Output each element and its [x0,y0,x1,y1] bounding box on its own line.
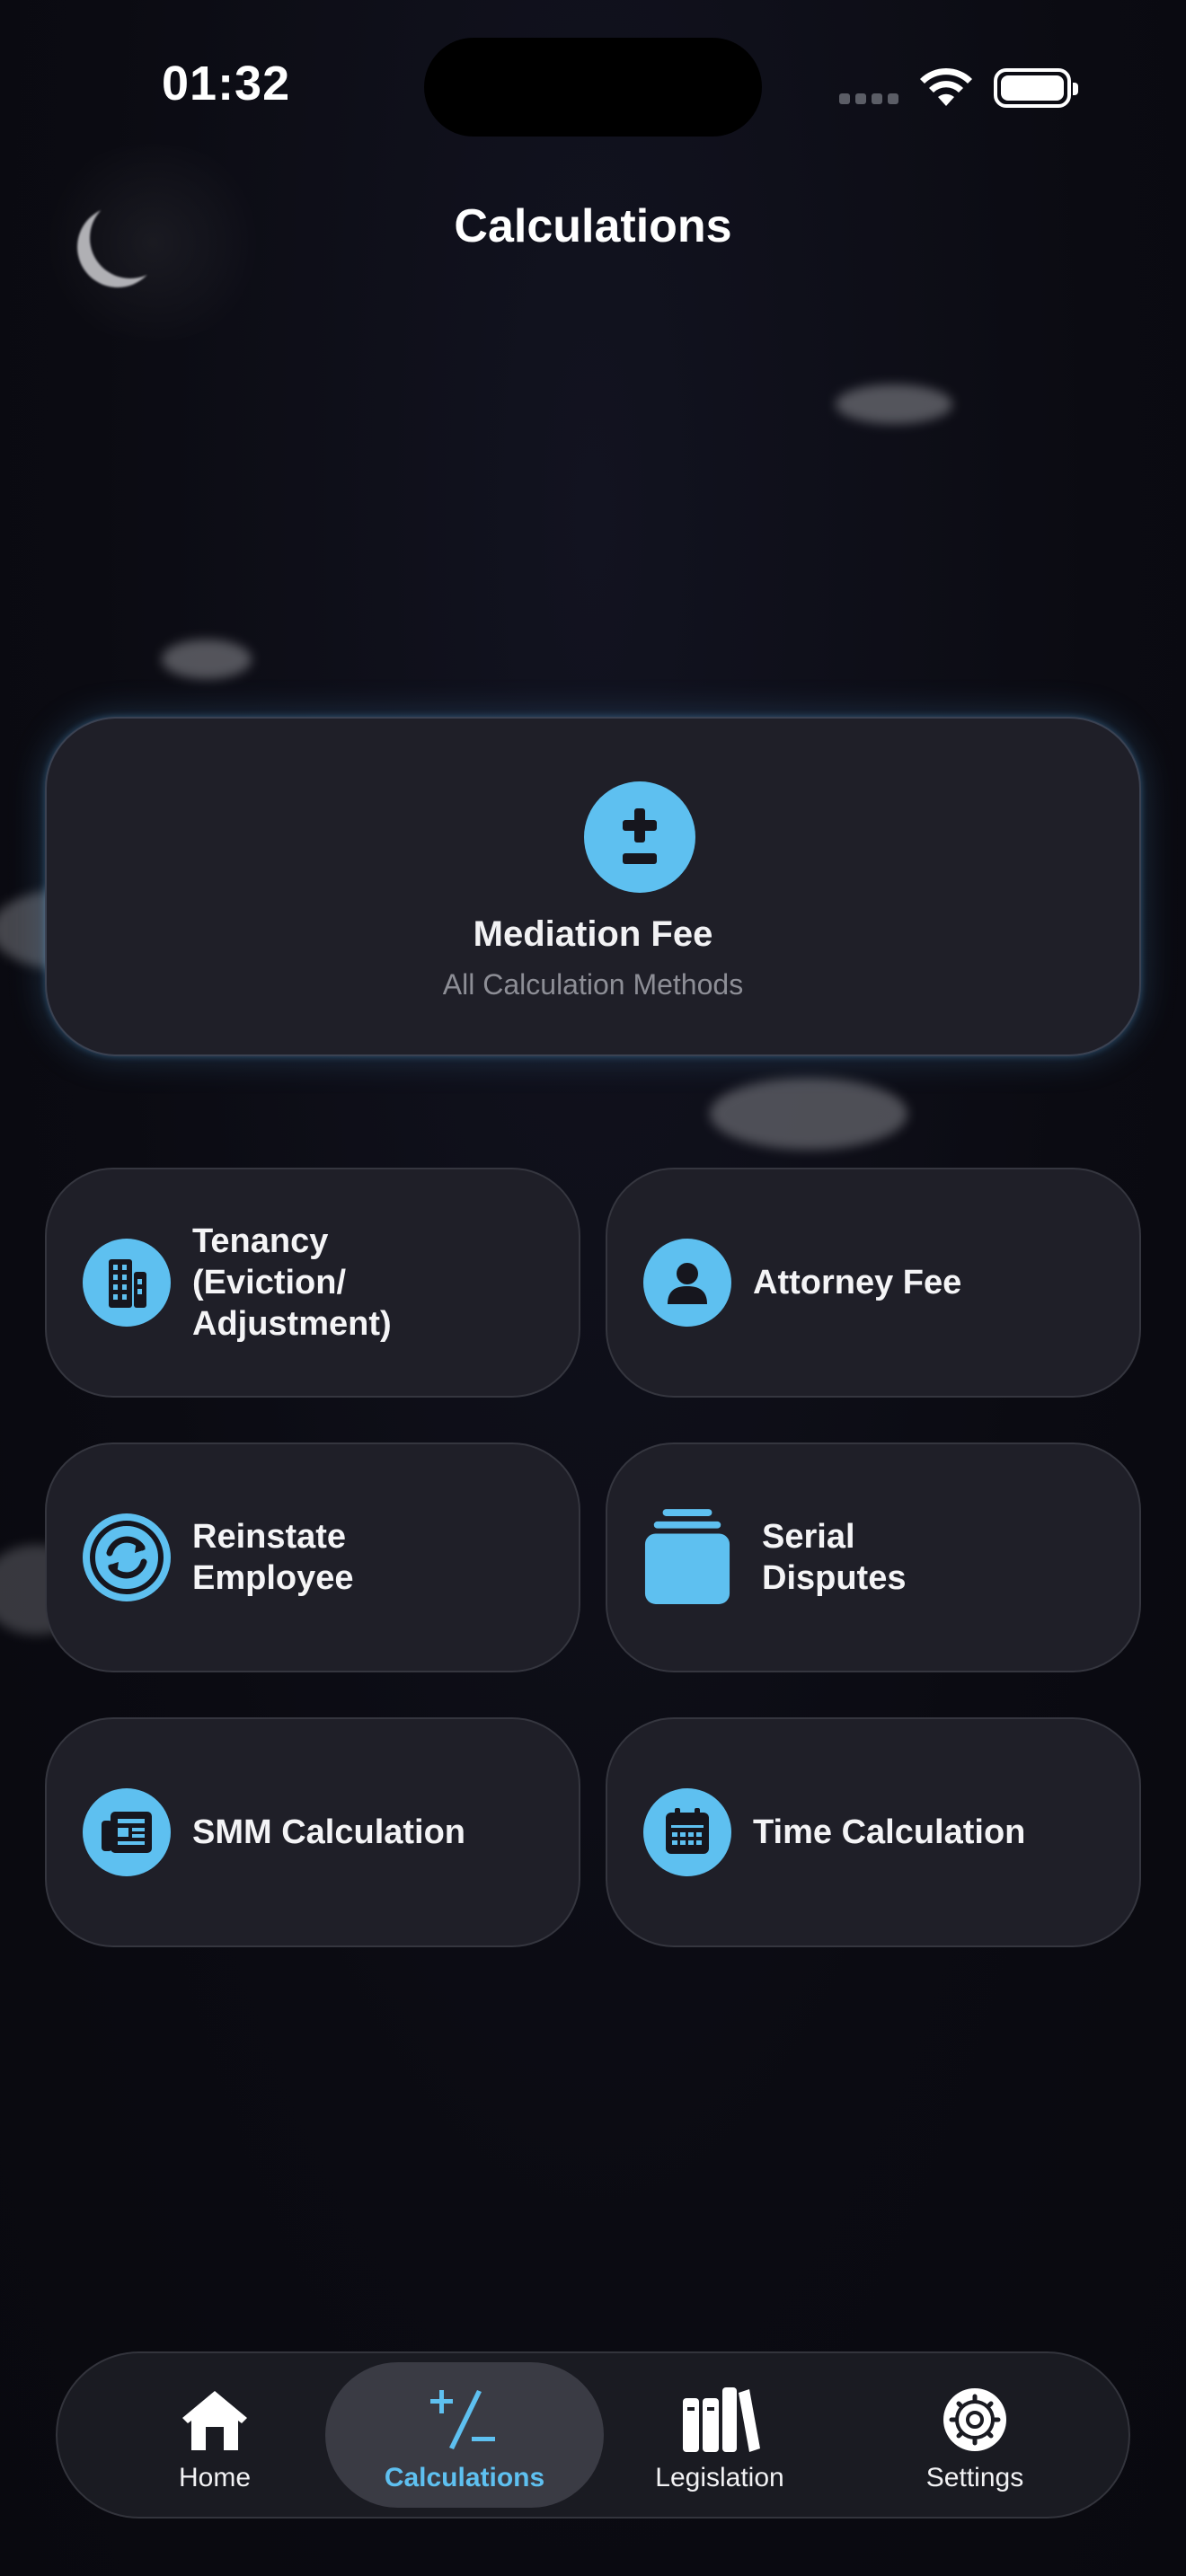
tab-label: Calculations [384,2463,545,2492]
home-icon [75,2384,354,2456]
cloud-decoration [162,640,252,679]
gear-icon [836,2384,1114,2456]
featured-title: Mediation Fee [473,914,713,954]
tile-label: Time Calculation [753,1813,1026,1851]
tile-label: Tenancy (Eviction/ Adjustment) [192,1222,392,1343]
cellular-signal-icon [839,93,898,104]
dynamic-island [424,38,762,137]
tile-label: Serial Disputes [762,1518,907,1597]
refresh-icon [83,1513,171,1601]
tab-label: Legislation [655,2463,784,2492]
cloud-decoration [710,1078,907,1150]
tab-settings[interactable]: Settings [836,2362,1114,2508]
smm-calculation-tile[interactable]: SMM Calculation [45,1717,580,1947]
calendar-icon [643,1788,731,1876]
mediation-fee-card[interactable]: Mediation Fee All Calculation Methods [45,717,1141,1056]
time-calculation-tile[interactable]: Time Calculation [606,1717,1141,1947]
tile-label: Reinstate Employee [192,1518,354,1597]
person-icon [643,1239,731,1327]
tenancy-tile[interactable]: Tenancy (Eviction/ Adjustment) [45,1168,580,1398]
tab-label: Home [178,2463,252,2492]
battery-icon [994,68,1078,108]
featured-subtitle: All Calculation Methods [442,968,744,1001]
tile-label: Attorney Fee [753,1264,962,1301]
reinstate-employee-tile[interactable]: Reinstate Employee [45,1442,580,1672]
attorney-fee-tile[interactable]: Attorney Fee [606,1168,1141,1398]
page-title: Calculations [454,200,732,252]
plus-slash-minus-icon [325,2384,604,2456]
newspaper-icon [83,1788,171,1876]
plus-minus-icon [584,781,695,893]
books-icon [580,2384,859,2456]
tab-home[interactable]: Home [75,2362,354,2508]
wifi-icon [920,67,972,106]
cloud-decoration [836,384,952,424]
tile-label: SMM Calculation [192,1813,466,1851]
tab-label: Settings [925,2463,1024,2492]
stack-icon [643,1509,731,1604]
calculations-screen: 01:32 Calculations Mediation Fee All Cal… [0,0,1186,2576]
tab-legislation[interactable]: Legislation [580,2362,859,2508]
serial-disputes-tile[interactable]: Serial Disputes [606,1442,1141,1672]
building-icon [83,1239,171,1327]
tab-bar: Home Calculations Legislation Settings [56,2351,1130,2519]
status-time: 01:32 [162,57,291,110]
tab-calculations[interactable]: Calculations [325,2362,604,2508]
